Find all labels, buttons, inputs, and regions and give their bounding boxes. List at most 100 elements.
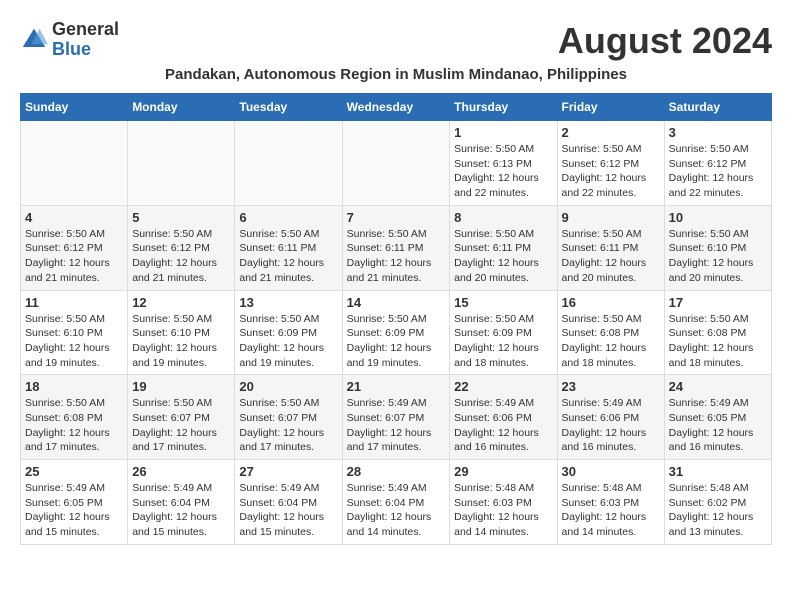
calendar-cell: 19Sunrise: 5:50 AM Sunset: 6:07 PM Dayli…: [128, 375, 235, 460]
day-number: 17: [669, 295, 767, 310]
calendar-cell: 25 Sunrise: 5:49 AM Sunset: 6:05 PM Dayli…: [21, 460, 128, 545]
calendar-cell: 29 Sunrise: 5:48 AM Sunset: 6:03 PM Dayli…: [450, 460, 557, 545]
calendar-week-row: 18 Sunrise: 5:50 AM Sunset: 6:08 PM Dayli…: [21, 375, 772, 460]
day-number: 8: [454, 210, 552, 225]
calendar-cell: 5Sunrise: 5:50 AM Sunset: 6:12 PM Daylig…: [128, 205, 235, 290]
calendar-cell: [128, 121, 235, 206]
day-info: Sunrise: 5:50 AM Sunset: 6:13 PM Dayligh…: [454, 142, 552, 201]
calendar-week-row: 25 Sunrise: 5:49 AM Sunset: 6:05 PM Dayli…: [21, 460, 772, 545]
day-number: 27: [239, 464, 337, 479]
weekday-header-saturday: Saturday: [664, 94, 771, 121]
logo-icon: [20, 26, 48, 54]
day-info: Sunrise: 5:48 AM Sunset: 6:03 PM Dayligh…: [454, 481, 552, 540]
day-number: 20: [239, 379, 337, 394]
day-info: Sunrise: 5:49 AM Sunset: 6:04 PM Dayligh…: [132, 481, 230, 540]
logo-text: General Blue: [52, 20, 119, 60]
logo-blue: Blue: [52, 39, 91, 59]
calendar-week-row: 11 Sunrise: 5:50 AM Sunset: 6:10 PM Dayli…: [21, 290, 772, 375]
day-info: Sunrise: 5:50 AM Sunset: 6:07 PM Dayligh…: [239, 396, 337, 455]
day-number: 24: [669, 379, 767, 394]
day-number: 4: [25, 210, 123, 225]
day-number: 31: [669, 464, 767, 479]
calendar-cell: 10 Sunrise: 5:50 AM Sunset: 6:10 PM Dayli…: [664, 205, 771, 290]
calendar-cell: 15 Sunrise: 5:50 AM Sunset: 6:09 PM Dayli…: [450, 290, 557, 375]
calendar-cell: 7Sunrise: 5:50 AM Sunset: 6:11 PM Daylig…: [342, 205, 450, 290]
calendar-cell: [235, 121, 342, 206]
calendar-week-row: 1 Sunrise: 5:50 AM Sunset: 6:13 PM Daylig…: [21, 121, 772, 206]
calendar-cell: 20 Sunrise: 5:50 AM Sunset: 6:07 PM Dayli…: [235, 375, 342, 460]
day-info: Sunrise: 5:50 AM Sunset: 6:10 PM Dayligh…: [669, 227, 767, 286]
weekday-header-wednesday: Wednesday: [342, 94, 450, 121]
day-info: Sunrise: 5:50 AM Sunset: 6:10 PM Dayligh…: [132, 312, 230, 371]
day-number: 9: [562, 210, 660, 225]
calendar-cell: 12 Sunrise: 5:50 AM Sunset: 6:10 PM Dayli…: [128, 290, 235, 375]
calendar-cell: 14Sunrise: 5:50 AM Sunset: 6:09 PM Dayli…: [342, 290, 450, 375]
calendar-cell: 31Sunrise: 5:48 AM Sunset: 6:02 PM Dayli…: [664, 460, 771, 545]
day-info: Sunrise: 5:50 AM Sunset: 6:12 PM Dayligh…: [25, 227, 123, 286]
weekday-header-thursday: Thursday: [450, 94, 557, 121]
page-header: General Blue August 2024: [20, 20, 772, 62]
day-number: 29: [454, 464, 552, 479]
day-number: 14: [347, 295, 446, 310]
day-number: 6: [239, 210, 337, 225]
day-number: 13: [239, 295, 337, 310]
calendar-body: 1 Sunrise: 5:50 AM Sunset: 6:13 PM Daylig…: [21, 121, 772, 545]
day-number: 7: [347, 210, 446, 225]
calendar-cell: 3 Sunrise: 5:50 AM Sunset: 6:12 PM Daylig…: [664, 121, 771, 206]
weekday-header-sunday: Sunday: [21, 94, 128, 121]
day-number: 12: [132, 295, 230, 310]
day-info: Sunrise: 5:49 AM Sunset: 6:05 PM Dayligh…: [25, 481, 123, 540]
day-info: Sunrise: 5:50 AM Sunset: 6:08 PM Dayligh…: [562, 312, 660, 371]
day-number: 1: [454, 125, 552, 140]
day-number: 15: [454, 295, 552, 310]
day-info: Sunrise: 5:50 AM Sunset: 6:08 PM Dayligh…: [669, 312, 767, 371]
day-info: Sunrise: 5:50 AM Sunset: 6:11 PM Dayligh…: [454, 227, 552, 286]
calendar-cell: 24 Sunrise: 5:49 AM Sunset: 6:05 PM Dayli…: [664, 375, 771, 460]
logo-general: General: [52, 19, 119, 39]
calendar-header: SundayMondayTuesdayWednesdayThursdayFrid…: [21, 94, 772, 121]
day-number: 21: [347, 379, 446, 394]
day-number: 25: [25, 464, 123, 479]
day-info: Sunrise: 5:50 AM Sunset: 6:09 PM Dayligh…: [454, 312, 552, 371]
day-info: Sunrise: 5:50 AM Sunset: 6:08 PM Dayligh…: [25, 396, 123, 455]
weekday-row: SundayMondayTuesdayWednesdayThursdayFrid…: [21, 94, 772, 121]
calendar-cell: 1 Sunrise: 5:50 AM Sunset: 6:13 PM Daylig…: [450, 121, 557, 206]
day-info: Sunrise: 5:49 AM Sunset: 6:07 PM Dayligh…: [347, 396, 446, 455]
day-info: Sunrise: 5:50 AM Sunset: 6:12 PM Dayligh…: [562, 142, 660, 201]
weekday-header-friday: Friday: [557, 94, 664, 121]
day-number: 11: [25, 295, 123, 310]
calendar-cell: 27Sunrise: 5:49 AM Sunset: 6:04 PM Dayli…: [235, 460, 342, 545]
calendar-cell: 13 Sunrise: 5:50 AM Sunset: 6:09 PM Dayli…: [235, 290, 342, 375]
day-number: 23: [562, 379, 660, 394]
day-info: Sunrise: 5:48 AM Sunset: 6:03 PM Dayligh…: [562, 481, 660, 540]
calendar-cell: 2 Sunrise: 5:50 AM Sunset: 6:12 PM Daylig…: [557, 121, 664, 206]
page-title: August 2024: [558, 20, 772, 62]
day-info: Sunrise: 5:50 AM Sunset: 6:09 PM Dayligh…: [239, 312, 337, 371]
day-info: Sunrise: 5:50 AM Sunset: 6:10 PM Dayligh…: [25, 312, 123, 371]
day-number: 3: [669, 125, 767, 140]
day-info: Sunrise: 5:49 AM Sunset: 6:06 PM Dayligh…: [454, 396, 552, 455]
day-info: Sunrise: 5:50 AM Sunset: 6:12 PM Dayligh…: [669, 142, 767, 201]
calendar-cell: 16 Sunrise: 5:50 AM Sunset: 6:08 PM Dayli…: [557, 290, 664, 375]
calendar-cell: 21 Sunrise: 5:49 AM Sunset: 6:07 PM Dayli…: [342, 375, 450, 460]
day-info: Sunrise: 5:49 AM Sunset: 6:05 PM Dayligh…: [669, 396, 767, 455]
day-number: 2: [562, 125, 660, 140]
day-number: 19: [132, 379, 230, 394]
calendar-cell: [342, 121, 450, 206]
calendar-cell: 26 Sunrise: 5:49 AM Sunset: 6:04 PM Dayli…: [128, 460, 235, 545]
day-number: 16: [562, 295, 660, 310]
calendar-cell: 4 Sunrise: 5:50 AM Sunset: 6:12 PM Daylig…: [21, 205, 128, 290]
day-info: Sunrise: 5:49 AM Sunset: 6:06 PM Dayligh…: [562, 396, 660, 455]
day-number: 26: [132, 464, 230, 479]
day-number: 28: [347, 464, 446, 479]
weekday-header-monday: Monday: [128, 94, 235, 121]
day-info: Sunrise: 5:50 AM Sunset: 6:11 PM Dayligh…: [239, 227, 337, 286]
calendar-cell: 18 Sunrise: 5:50 AM Sunset: 6:08 PM Dayli…: [21, 375, 128, 460]
calendar-cell: 6 Sunrise: 5:50 AM Sunset: 6:11 PM Daylig…: [235, 205, 342, 290]
day-number: 10: [669, 210, 767, 225]
day-number: 18: [25, 379, 123, 394]
day-info: Sunrise: 5:50 AM Sunset: 6:12 PM Dayligh…: [132, 227, 230, 286]
day-info: Sunrise: 5:49 AM Sunset: 6:04 PM Dayligh…: [347, 481, 446, 540]
calendar-cell: 22Sunrise: 5:49 AM Sunset: 6:06 PM Dayli…: [450, 375, 557, 460]
calendar-cell: 23 Sunrise: 5:49 AM Sunset: 6:06 PM Dayli…: [557, 375, 664, 460]
